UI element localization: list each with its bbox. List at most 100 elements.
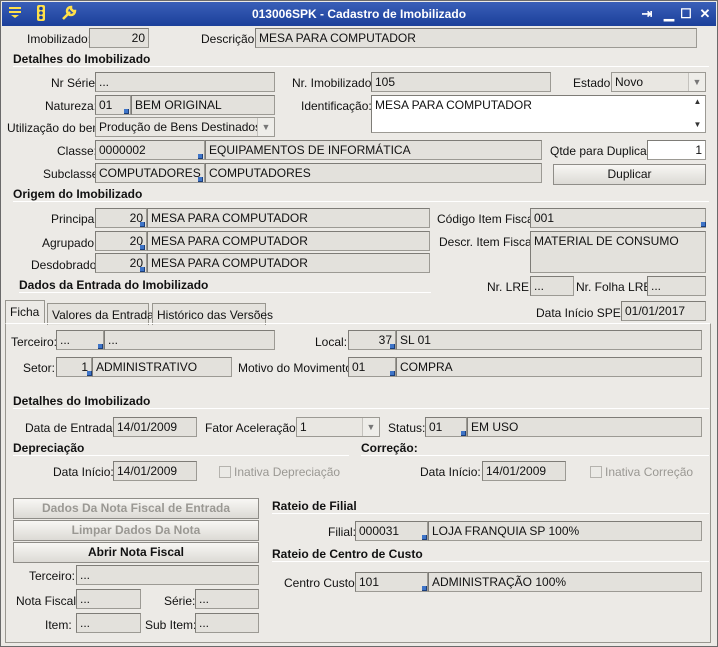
checkbox-box[interactable] (219, 466, 231, 478)
main-window: 013006SPK - Cadastro de Imobilizado ⇥ ▁ … (0, 0, 718, 647)
motivo-code-field[interactable]: 01 (348, 357, 396, 377)
dep-data-inicio-field[interactable]: 14/01/2009 (113, 461, 197, 481)
lookup-icon[interactable] (124, 109, 129, 114)
chevron-down-icon[interactable]: ▼ (362, 418, 379, 436)
nf-item-label: Item: (45, 618, 72, 632)
local-code-field[interactable]: 37 (348, 330, 396, 350)
qtde-field[interactable]: 1 (647, 140, 706, 160)
inativa-correcao-checkbox[interactable]: Inativa Correção (590, 465, 693, 479)
lookup-icon[interactable] (422, 535, 427, 540)
estado-label: Estado: (573, 76, 614, 90)
terceiro-label: Terceiro: (11, 335, 58, 349)
inativa-depreciacao-checkbox[interactable]: Inativa Depreciação (219, 465, 340, 479)
fator-label: Fator Aceleração: (205, 421, 300, 435)
utilizacao-label: Utilização do bem: (7, 121, 106, 135)
tab-historico-versoes[interactable]: Histórico das Versões (152, 303, 273, 325)
tab-valores-entrada[interactable]: Valores da Entrada (47, 303, 154, 325)
local-desc-field: SL 01 (396, 330, 702, 350)
motivo-label: Motivo do Movimento: (238, 361, 356, 375)
section-divider (13, 66, 709, 67)
nr-serie-label: Nr Série: (51, 76, 99, 90)
descricao-field[interactable]: MESA PARA COMPUTADOR (255, 28, 697, 48)
section-entrada-title: Dados da Entrada do Imobilizado (19, 278, 209, 292)
lookup-icon[interactable] (98, 344, 103, 349)
nr-lre-label: Nr. LRE: (487, 280, 533, 294)
lookup-icon[interactable] (140, 267, 145, 272)
inativa-correcao-label: Inativa Correção (605, 465, 694, 479)
section-detalhes-ficha-title: Detalhes do Imobilizado (13, 394, 151, 408)
lookup-icon[interactable] (701, 222, 706, 227)
principal-desc-field: MESA PARA COMPUTADOR (147, 208, 430, 228)
lookup-icon[interactable] (390, 371, 395, 376)
dep-data-inicio-label: Data Início: (53, 465, 114, 479)
nr-folha-lre-field[interactable]: ... (647, 276, 706, 296)
nf-terceiro-field[interactable]: ... (76, 565, 259, 585)
status-desc-field: EM USO (467, 417, 702, 437)
section-divider (272, 513, 709, 514)
lookup-icon[interactable] (198, 154, 203, 159)
maximize-icon[interactable]: ☐ (677, 5, 695, 23)
chevron-down-icon[interactable]: ▼ (688, 73, 705, 91)
imobilizado-label: Imobilizado: (27, 32, 92, 46)
tab-ficha[interactable]: Ficha (5, 300, 45, 324)
codigo-item-field[interactable]: 001 (530, 208, 706, 228)
cor-data-inicio-label: Data Início: (420, 465, 481, 479)
nr-imobilizado-field[interactable]: 105 (371, 72, 551, 92)
filial-code-field[interactable]: 000031 (355, 521, 428, 541)
data-sped-field[interactable]: 01/01/2017 (621, 301, 706, 321)
duplicar-button[interactable]: Duplicar (553, 164, 706, 185)
status-label: Status: (388, 421, 426, 435)
cor-data-inicio-field[interactable]: 14/01/2009 (482, 461, 566, 481)
lookup-icon[interactable] (422, 586, 427, 591)
classe-code-field[interactable]: 0000002 (95, 140, 205, 160)
nr-serie-field[interactable]: ... (95, 72, 275, 92)
close-icon[interactable]: ✕ (696, 5, 714, 23)
desdobrado-desc-field: MESA PARA COMPUTADOR (147, 253, 430, 273)
utilizacao-select[interactable]: Produção de Bens Destinados a V ▼ (95, 117, 275, 137)
data-entrada-field[interactable]: 14/01/2009 (113, 417, 197, 437)
nf-serie-field[interactable]: ... (195, 589, 259, 609)
identificacao-field[interactable]: MESA PARA COMPUTADOR (371, 95, 706, 133)
minimize-icon[interactable]: ▁ (660, 5, 678, 23)
limpar-dados-nota-button[interactable]: Limpar Dados Da Nota (13, 520, 259, 541)
window-title: 013006SPK - Cadastro de Imobilizado (251, 7, 467, 21)
subclasse-desc-field: COMPUTADORES (205, 163, 542, 183)
lookup-icon[interactable] (390, 344, 395, 349)
lookup-icon[interactable] (461, 431, 466, 436)
lookup-icon[interactable] (198, 177, 203, 182)
utilizacao-value: Produção de Bens Destinados a V (99, 120, 275, 134)
nf-nota-fiscal-field[interactable]: ... (76, 589, 141, 609)
terceiro-code-field[interactable]: ... (56, 330, 104, 350)
estado-select[interactable]: Novo ▼ (611, 72, 706, 92)
section-divider (19, 292, 431, 293)
data-entrada-label: Data de Entrada: (25, 421, 116, 435)
setor-desc-field: ADMINISTRATIVO (92, 357, 232, 377)
fator-value: 1 (300, 420, 307, 434)
estado-value: Novo (615, 75, 644, 89)
nf-subitem-field[interactable]: ... (195, 613, 259, 633)
fator-select[interactable]: 1 ▼ (296, 417, 380, 437)
section-divider (13, 201, 709, 202)
nf-item-field[interactable]: ... (76, 613, 141, 633)
terceiro-desc-field: ... (104, 330, 275, 350)
scroll-up-icon[interactable]: ▲ (692, 98, 703, 112)
section-rateio-filial-title: Rateio de Filial (272, 499, 357, 513)
abrir-nota-fiscal-button[interactable]: Abrir Nota Fiscal (13, 542, 259, 563)
centro-custo-code-field[interactable]: 101 (355, 572, 428, 592)
section-divider (13, 408, 709, 409)
scroll-down-icon[interactable]: ▼ (692, 121, 703, 135)
nr-lre-field[interactable]: ... (530, 276, 574, 296)
principal-label: Principal: (51, 212, 101, 226)
subclasse-label: Subclasse: (43, 167, 102, 181)
imobilizado-field[interactable]: 20 (89, 28, 149, 48)
restore-icon[interactable]: ⇥ (638, 5, 656, 23)
lookup-icon[interactable] (140, 245, 145, 250)
desdobrado-label: Desdobrado: (31, 258, 100, 272)
chevron-down-icon[interactable]: ▼ (257, 118, 274, 136)
lookup-icon[interactable] (140, 222, 145, 227)
dados-nota-fiscal-button[interactable]: Dados Da Nota Fiscal de Entrada (13, 498, 259, 519)
subclasse-code-field[interactable]: COMPUTADORES (95, 163, 205, 183)
descricao-label: Descrição: (201, 32, 258, 46)
checkbox-box[interactable] (590, 466, 602, 478)
motivo-desc-field: COMPRA (396, 357, 702, 377)
